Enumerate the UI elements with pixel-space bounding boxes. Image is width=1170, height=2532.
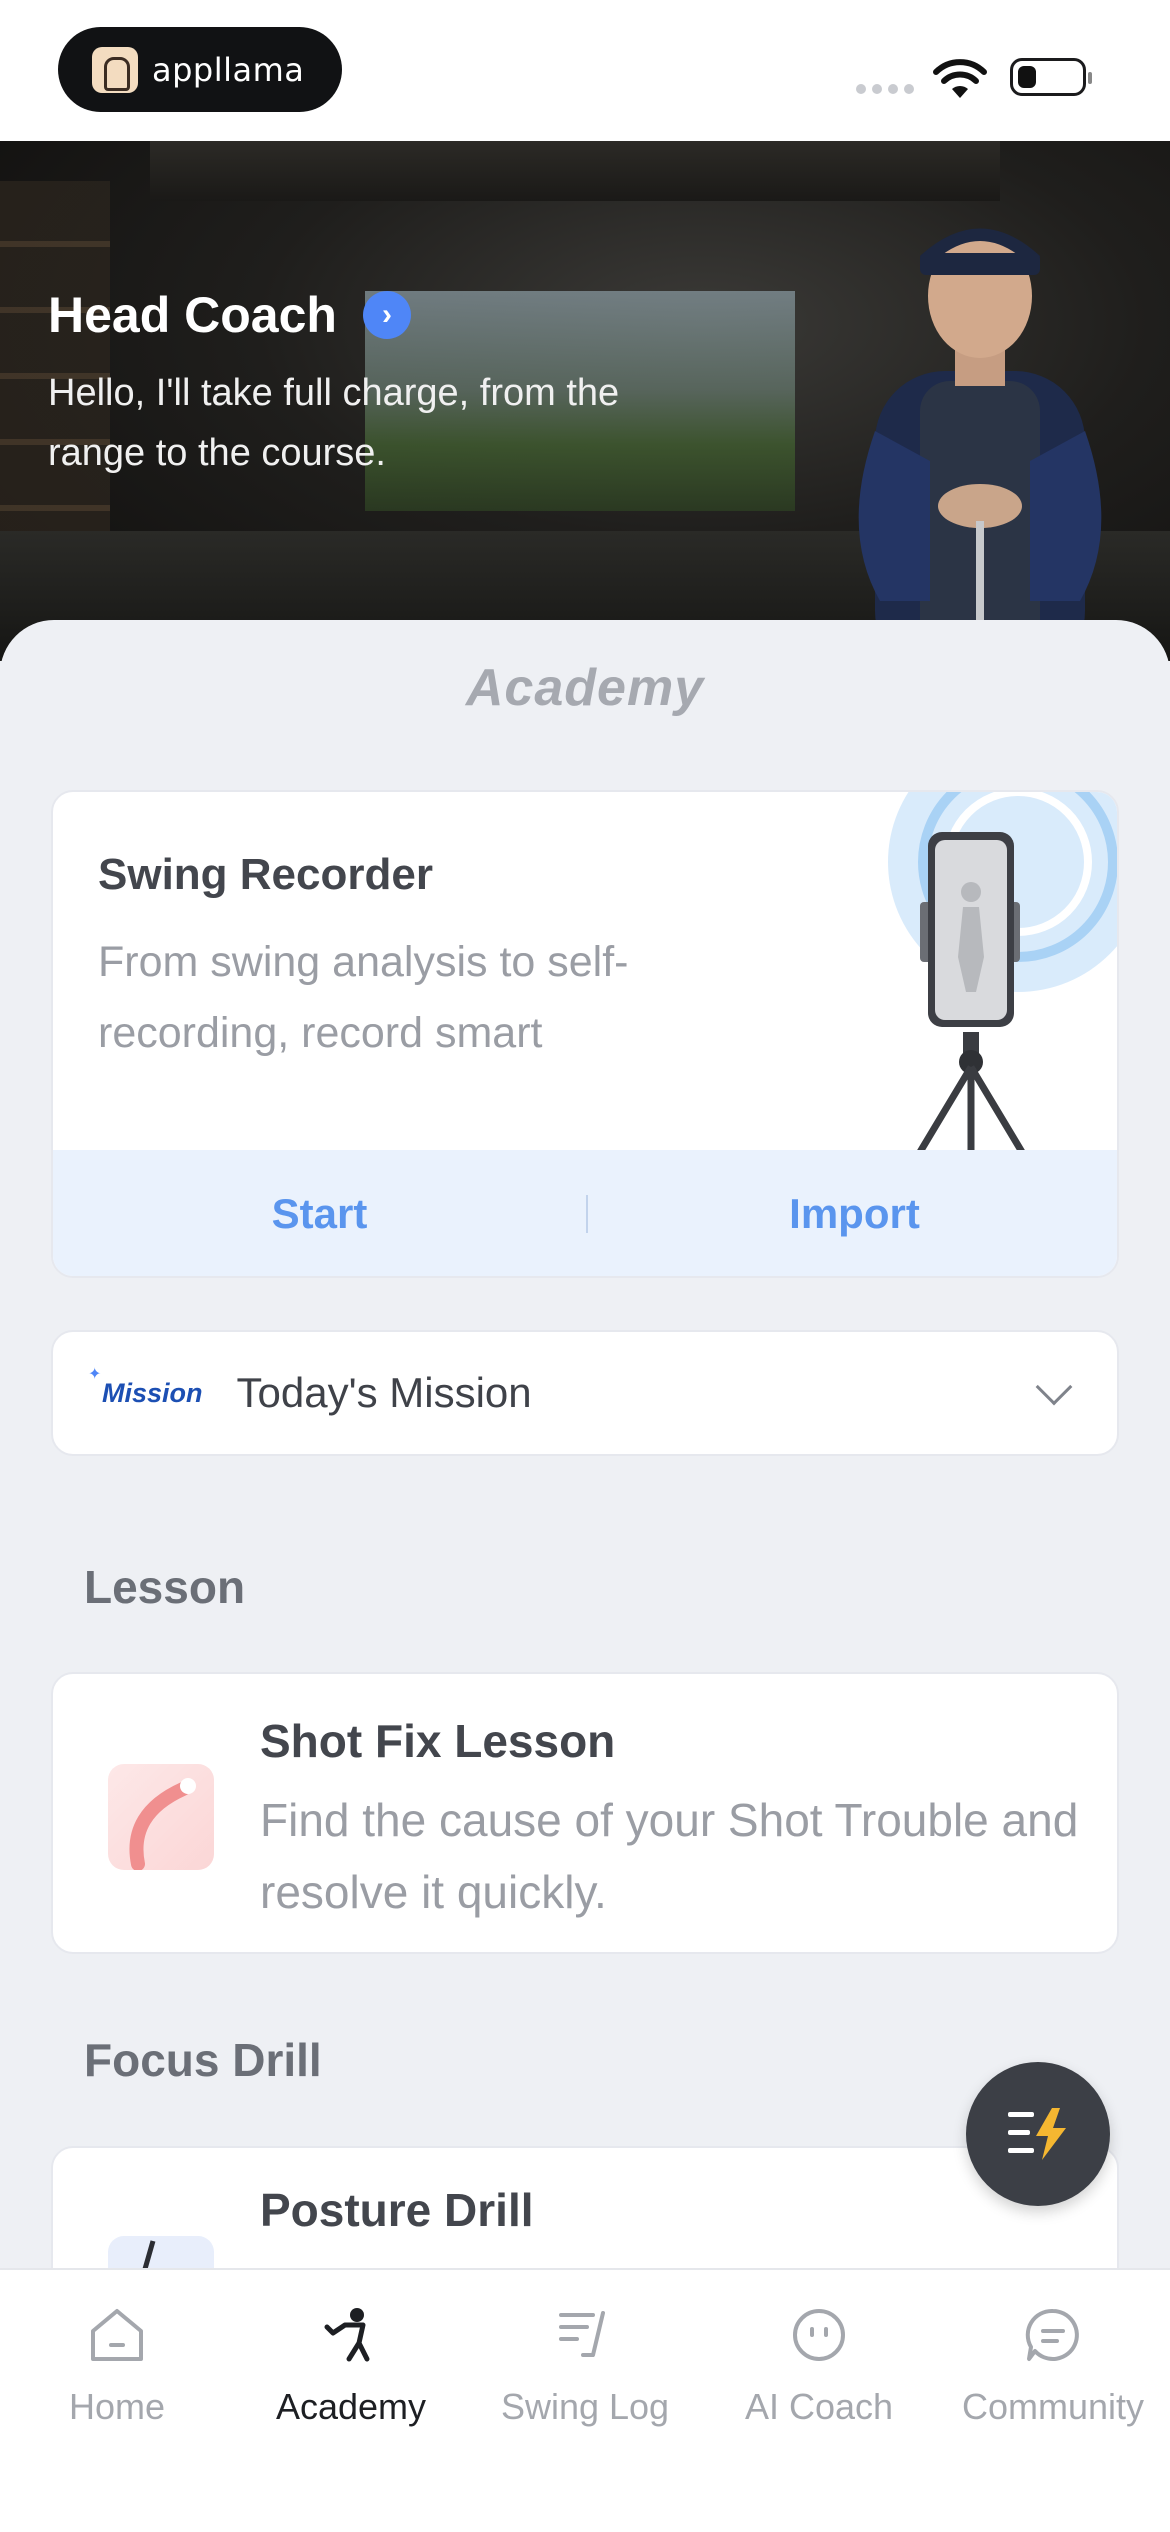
focus-drill-section-title: Focus Drill <box>84 2034 322 2086</box>
wifi-icon <box>933 59 987 98</box>
hero-title: Head Coach <box>48 287 337 343</box>
llama-logo-icon <box>92 46 138 93</box>
swing-recorder-card: Swing Recorder From swing analysis to se… <box>51 790 1119 1278</box>
quick-action-button[interactable] <box>966 2062 1110 2206</box>
academy-icon <box>316 2300 386 2370</box>
tab-swing-log[interactable]: Swing Log <box>468 2270 702 2532</box>
tab-swing-log-label: Swing Log <box>500 2386 670 2427</box>
tab-community-label: Community <box>961 2386 1145 2427</box>
tab-academy-label: Academy <box>275 2386 427 2427</box>
academy-sheet: Academy Swing Recorder From swing analys… <box>0 620 1170 2270</box>
phone-tripod-icon <box>888 792 1117 1152</box>
shot-fix-lesson-card[interactable]: Shot Fix Lesson Find the cause of your S… <box>51 1672 1119 1954</box>
community-icon <box>1018 2300 1088 2370</box>
tab-ai-coach-label: AI Coach <box>744 2386 894 2427</box>
posture-drill-icon <box>108 2236 214 2270</box>
swing-recorder-title: Swing Recorder <box>98 850 433 899</box>
shot-fix-lesson-description: Find the cause of your Shot Trouble and … <box>260 1794 1079 1918</box>
status-bar: appllama <box>0 0 1170 141</box>
swing-recorder-description: From swing analysis to self-recording, r… <box>98 938 629 1057</box>
chevron-down-icon <box>1035 1368 1073 1406</box>
swing-recorder-actions: Start Import <box>53 1150 1117 1276</box>
coach-photo <box>858 228 1102 661</box>
tab-home-label: Home <box>68 2386 166 2427</box>
tab-academy[interactable]: Academy <box>234 2270 468 2532</box>
app-badge-label: appllama <box>152 50 305 89</box>
start-button[interactable]: Start <box>53 1190 586 1238</box>
hero-subtitle: Hello, I'll take full charge, from the r… <box>48 372 620 474</box>
lesson-section-title: Lesson <box>84 1561 246 1613</box>
ai-coach-icon <box>784 2300 854 2370</box>
menu-lightning-icon <box>1008 2108 1066 2160</box>
bottom-tab-bar: Home Academy Swing Log AI Coach Communit… <box>0 2268 1170 2532</box>
tab-community[interactable]: Community <box>936 2270 1170 2532</box>
posture-drill-card[interactable]: Posture Drill <box>51 2146 1119 2270</box>
page-title: Academy <box>465 659 705 717</box>
posture-drill-title: Posture Drill <box>260 2184 534 2236</box>
shot-fix-lesson-title: Shot Fix Lesson <box>260 1715 616 1767</box>
battery-icon <box>1010 58 1092 96</box>
todays-mission-dropdown[interactable]: Mission Today's Mission <box>51 1330 1119 1456</box>
mission-logo: Mission <box>88 1364 207 1409</box>
chevron-right-icon[interactable]: › <box>362 291 411 339</box>
signal-icon <box>856 84 914 94</box>
tab-ai-coach[interactable]: AI Coach <box>702 2270 936 2532</box>
home-icon <box>82 2300 152 2370</box>
tab-home[interactable]: Home <box>0 2270 234 2532</box>
todays-mission-label: Today's Mission <box>236 1369 532 1416</box>
app-badge: appllama <box>58 27 342 112</box>
head-coach-banner[interactable]: Head Coach › Hello, I'll take full charg… <box>0 141 1170 661</box>
shot-fix-icon <box>108 1764 214 1870</box>
import-button[interactable]: Import <box>588 1190 1117 1238</box>
swing-log-icon <box>550 2300 620 2370</box>
